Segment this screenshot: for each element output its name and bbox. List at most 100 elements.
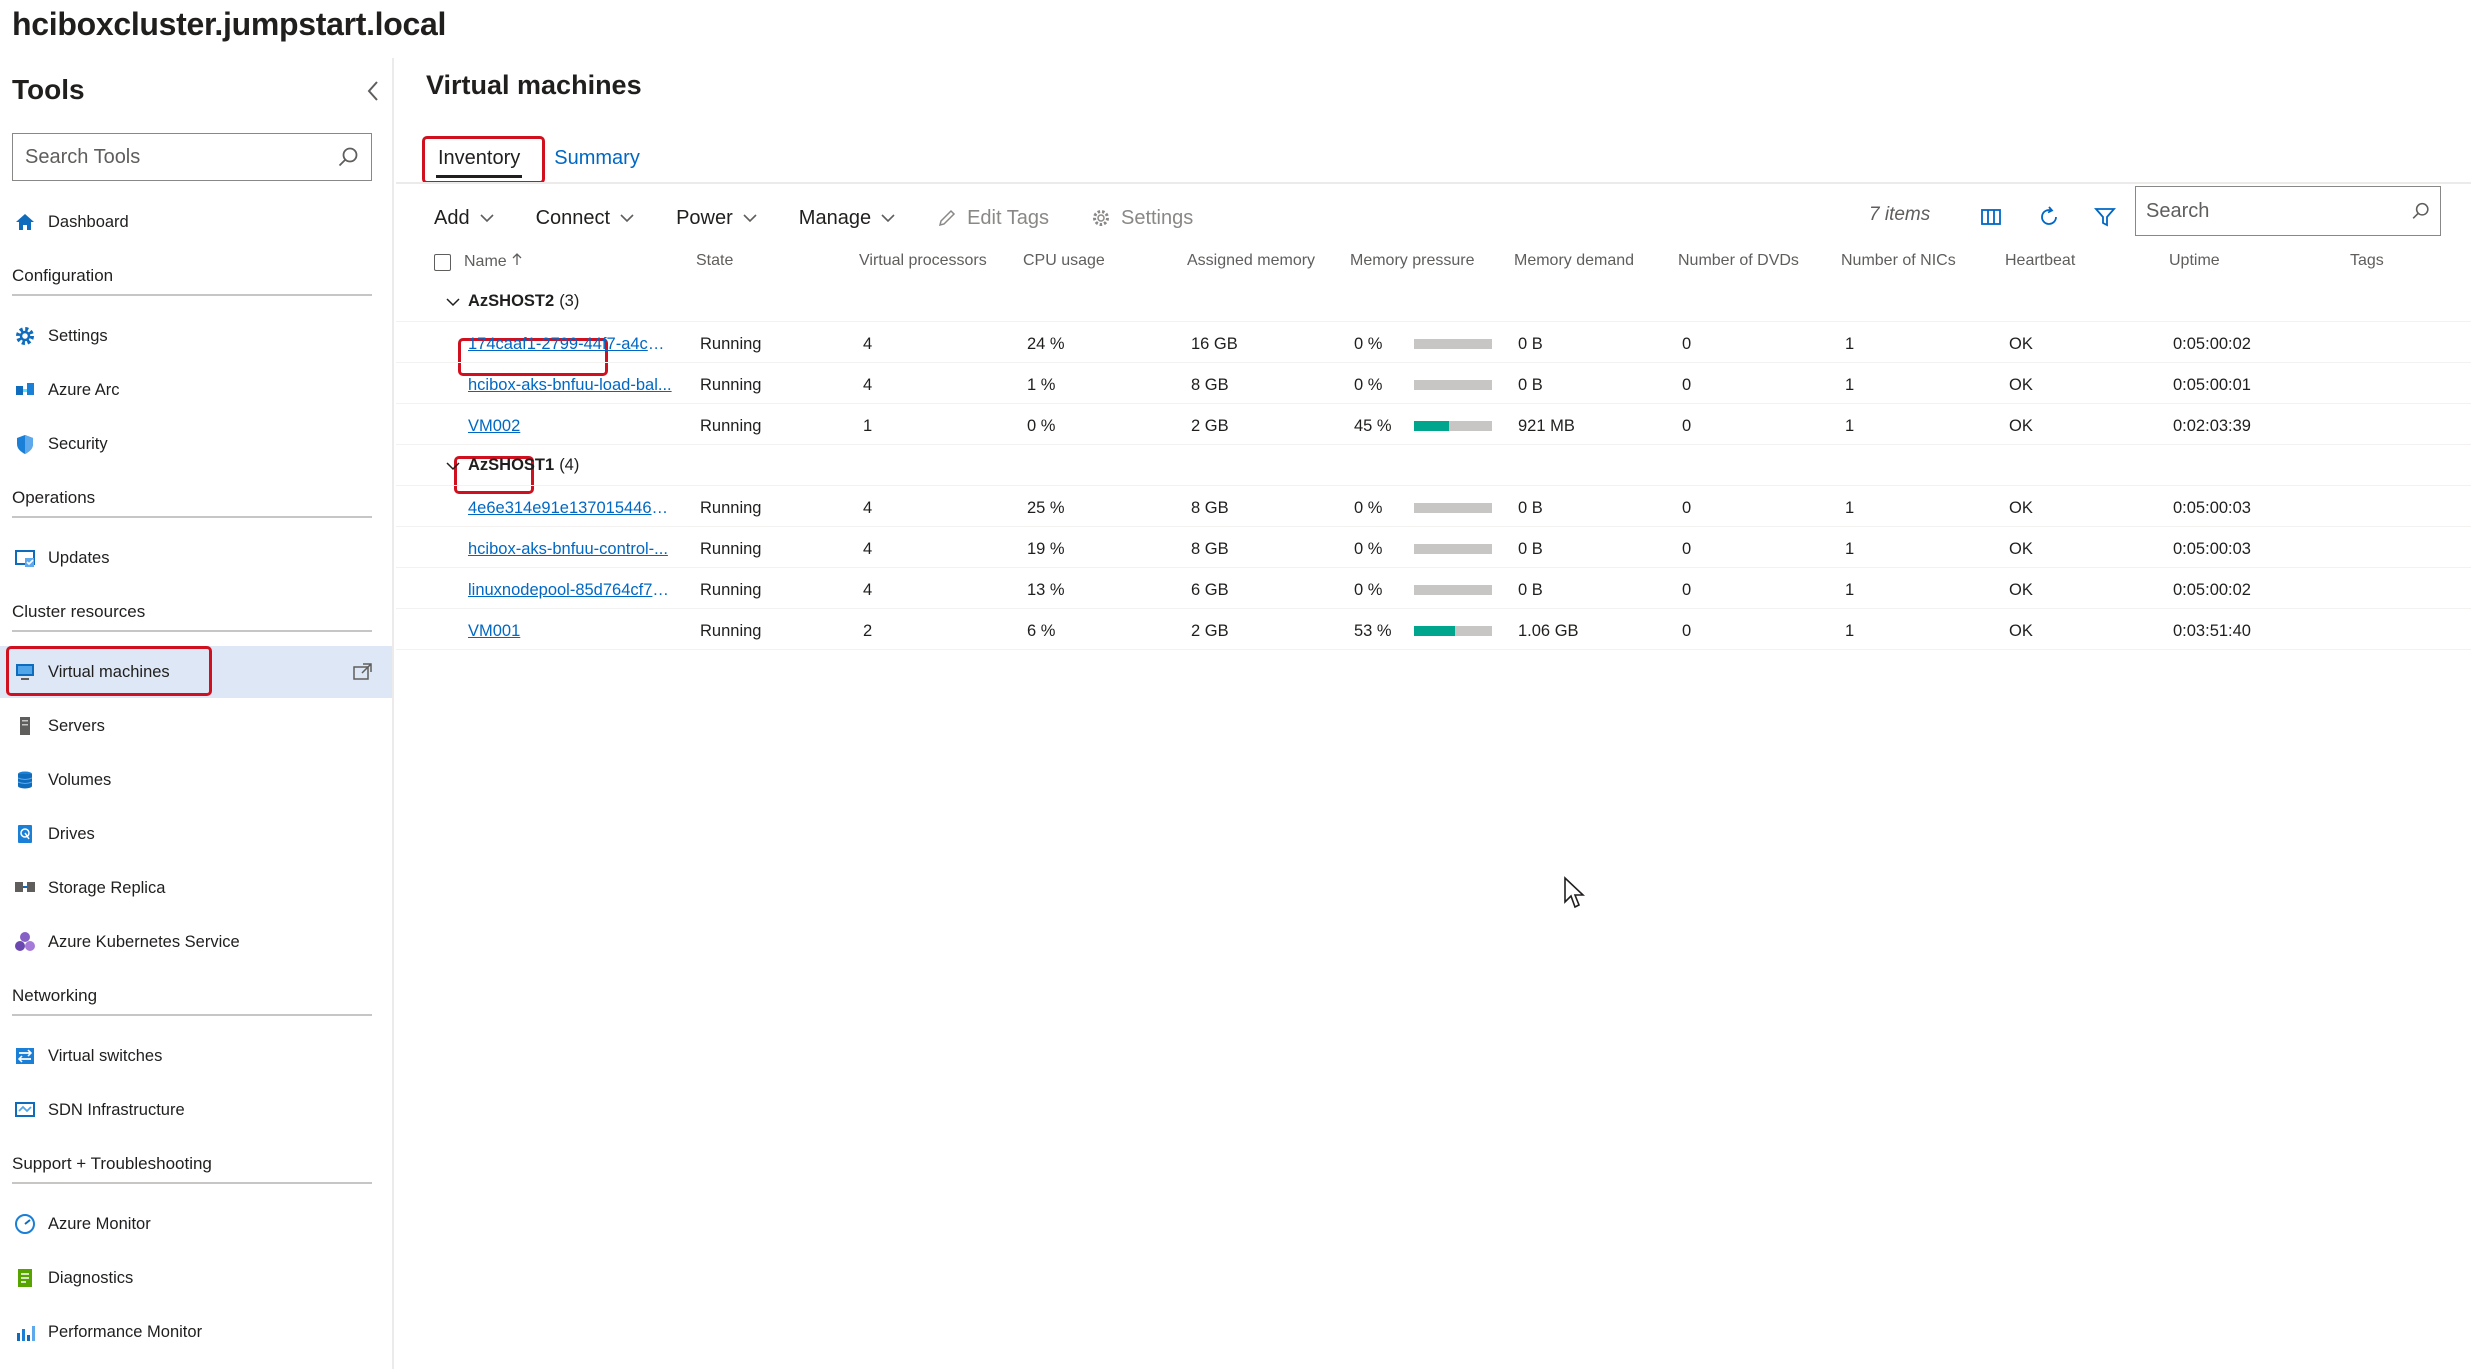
tools-search-input[interactable]	[25, 145, 337, 169]
filter-button[interactable]	[2090, 202, 2120, 232]
vm-dvds: 0	[1682, 417, 1692, 435]
nav-sdn-infrastructure[interactable]: SDN Infrastructure	[0, 1084, 392, 1136]
vm-name-link[interactable]: VM002	[468, 417, 673, 436]
nav-label: Updates	[48, 548, 110, 567]
vm-memory-pressure: 53 %	[1354, 622, 1392, 640]
vm-memory-pressure: 0 %	[1354, 499, 1383, 517]
table-row[interactable]: hcibox-aks-bnfuu-load-bal... Running 4 1…	[396, 364, 2471, 404]
column-header-number-of-dvds[interactable]: Number of DVDs	[1678, 252, 1799, 270]
refresh-button[interactable]	[2034, 202, 2064, 232]
nav-volumes[interactable]: Volumes	[0, 754, 392, 806]
vm-vcpu: 4	[863, 540, 873, 558]
column-header-state[interactable]: State	[696, 252, 733, 270]
vm-nics: 1	[1845, 499, 1855, 517]
column-header-memory-demand[interactable]: Memory demand	[1514, 252, 1634, 270]
grid-search-box[interactable]	[2135, 186, 2441, 236]
section-configuration: Configuration	[12, 266, 114, 285]
nav-storage-replica[interactable]: Storage Replica	[0, 862, 392, 914]
nav-label: Azure Kubernetes Service	[48, 932, 240, 951]
vm-dvds: 0	[1682, 622, 1692, 640]
group-header-azshost1[interactable]: AzSHOST1 (4)	[396, 446, 2471, 486]
vm-memory-demand: 921 MB	[1518, 417, 1575, 435]
edit-tags-button[interactable]: Edit Tags	[937, 207, 1049, 230]
vm-nics: 1	[1845, 581, 1855, 599]
table-row[interactable]: VM002 Running 1 0 % 2 GB 45 % 921 MB 0 1…	[396, 405, 2471, 445]
select-all-checkbox[interactable]	[434, 254, 451, 271]
vm-name-link[interactable]: VM001	[468, 622, 673, 641]
vm-uptime: 0:03:51:40	[2173, 622, 2251, 640]
vm-vcpu: 1	[863, 417, 873, 435]
column-header-heartbeat[interactable]: Heartbeat	[2005, 252, 2075, 270]
add-button[interactable]: Add	[434, 207, 494, 230]
table-row[interactable]: VM001 Running 2 6 % 2 GB 53 % 1.06 GB 0 …	[396, 610, 2471, 650]
column-header-tags[interactable]: Tags	[2350, 252, 2384, 270]
nav-security[interactable]: Security	[0, 418, 392, 470]
divider	[12, 516, 372, 518]
nav-azure-monitor[interactable]: Azure Monitor	[0, 1198, 392, 1250]
nav-diagnostics[interactable]: Diagnostics	[0, 1252, 392, 1304]
manage-button[interactable]: Manage	[799, 207, 895, 230]
app-title: hciboxcluster.jumpstart.local	[12, 6, 447, 42]
column-picker-button[interactable]	[1976, 202, 2006, 232]
settings-button[interactable]: Settings	[1091, 207, 1193, 230]
nav-dashboard[interactable]: Dashboard	[0, 196, 392, 248]
table-row[interactable]: 174caaf1-2799-44f7-a4c6-... Running 4 24…	[396, 323, 2471, 363]
vm-cpu-usage: 13 %	[1027, 581, 1065, 599]
divider	[12, 294, 372, 296]
vm-name-link[interactable]: hcibox-aks-bnfuu-load-bal...	[468, 376, 673, 395]
nav-settings[interactable]: Settings	[0, 310, 392, 362]
chevron-down-icon	[881, 214, 895, 223]
open-in-new-window-icon[interactable]	[352, 661, 374, 683]
connect-button[interactable]: Connect	[536, 207, 635, 230]
nav-azure-kubernetes-service[interactable]: Azure Kubernetes Service	[0, 916, 392, 968]
nav-performance-monitor[interactable]: Performance Monitor	[0, 1306, 392, 1358]
collapse-sidebar-button[interactable]	[358, 76, 388, 106]
items-count: 7 items	[1869, 204, 1931, 225]
vm-nics: 1	[1845, 335, 1855, 353]
tab-summary[interactable]: Summary	[542, 136, 652, 180]
vm-state: Running	[700, 417, 762, 435]
vm-cpu-usage: 0 %	[1027, 417, 1056, 435]
shield-icon	[14, 433, 36, 455]
vm-vcpu: 4	[863, 581, 873, 599]
tab-inventory[interactable]: Inventory	[426, 136, 532, 180]
tools-search-box[interactable]	[12, 133, 372, 181]
group-header-azshost2[interactable]: AzSHOST2 (3)	[396, 282, 2471, 322]
vm-name-link[interactable]: 4e6e314e91e13701544669...	[468, 499, 673, 518]
memory-pressure-bar	[1414, 503, 1492, 513]
settings-label: Settings	[1120, 206, 1194, 229]
connect-label: Connect	[535, 206, 611, 229]
power-button[interactable]: Power	[676, 207, 757, 230]
nav-drives[interactable]: Drives	[0, 808, 392, 860]
vm-uptime: 0:05:00:03	[2173, 499, 2251, 517]
nav-azure-arc[interactable]: Azure Arc	[0, 364, 392, 416]
column-header-virtual-processors[interactable]: Virtual processors	[859, 252, 987, 270]
table-row[interactable]: linuxnodepool-85d764cf79... Running 4 13…	[396, 569, 2471, 609]
column-header-number-of-nics[interactable]: Number of NICs	[1841, 252, 1956, 270]
vm-name-link[interactable]: linuxnodepool-85d764cf79...	[468, 581, 673, 600]
grid-search-input[interactable]	[2146, 199, 2411, 223]
column-header-assigned-memory[interactable]: Assigned memory	[1187, 252, 1315, 270]
column-header-name[interactable]: Name	[464, 252, 523, 271]
nav-virtual-machines[interactable]: Virtual machines	[0, 646, 392, 698]
table-row[interactable]: hcibox-aks-bnfuu-control-... Running 4 1…	[396, 528, 2471, 568]
vm-name-link[interactable]: hcibox-aks-bnfuu-control-...	[468, 540, 673, 559]
vm-heartbeat: OK	[2009, 335, 2033, 353]
column-header-cpu-usage[interactable]: CPU usage	[1023, 252, 1105, 270]
performance-chart-icon	[14, 1321, 36, 1343]
nav-servers[interactable]: Servers	[0, 700, 392, 752]
gear-icon	[14, 325, 36, 347]
column-header-memory-pressure[interactable]: Memory pressure	[1350, 252, 1474, 270]
vm-memory-demand: 1.06 GB	[1518, 622, 1579, 640]
table-row[interactable]: 4e6e314e91e13701544669... Running 4 25 %…	[396, 487, 2471, 527]
nav-label: Drives	[48, 824, 95, 843]
nav-updates[interactable]: Updates	[0, 532, 392, 584]
section-cluster-resources: Cluster resources	[12, 602, 146, 621]
toolbar: Add Connect Power Manage Edit Tags Setti…	[434, 198, 1235, 238]
filter-icon	[2094, 208, 2116, 227]
column-header-uptime[interactable]: Uptime	[2169, 252, 2220, 270]
vm-name-link[interactable]: 174caaf1-2799-44f7-a4c6-...	[468, 335, 673, 354]
vm-vcpu: 4	[863, 499, 873, 517]
azure-arc-icon	[14, 379, 36, 401]
nav-virtual-switches[interactable]: Virtual switches	[0, 1030, 392, 1082]
